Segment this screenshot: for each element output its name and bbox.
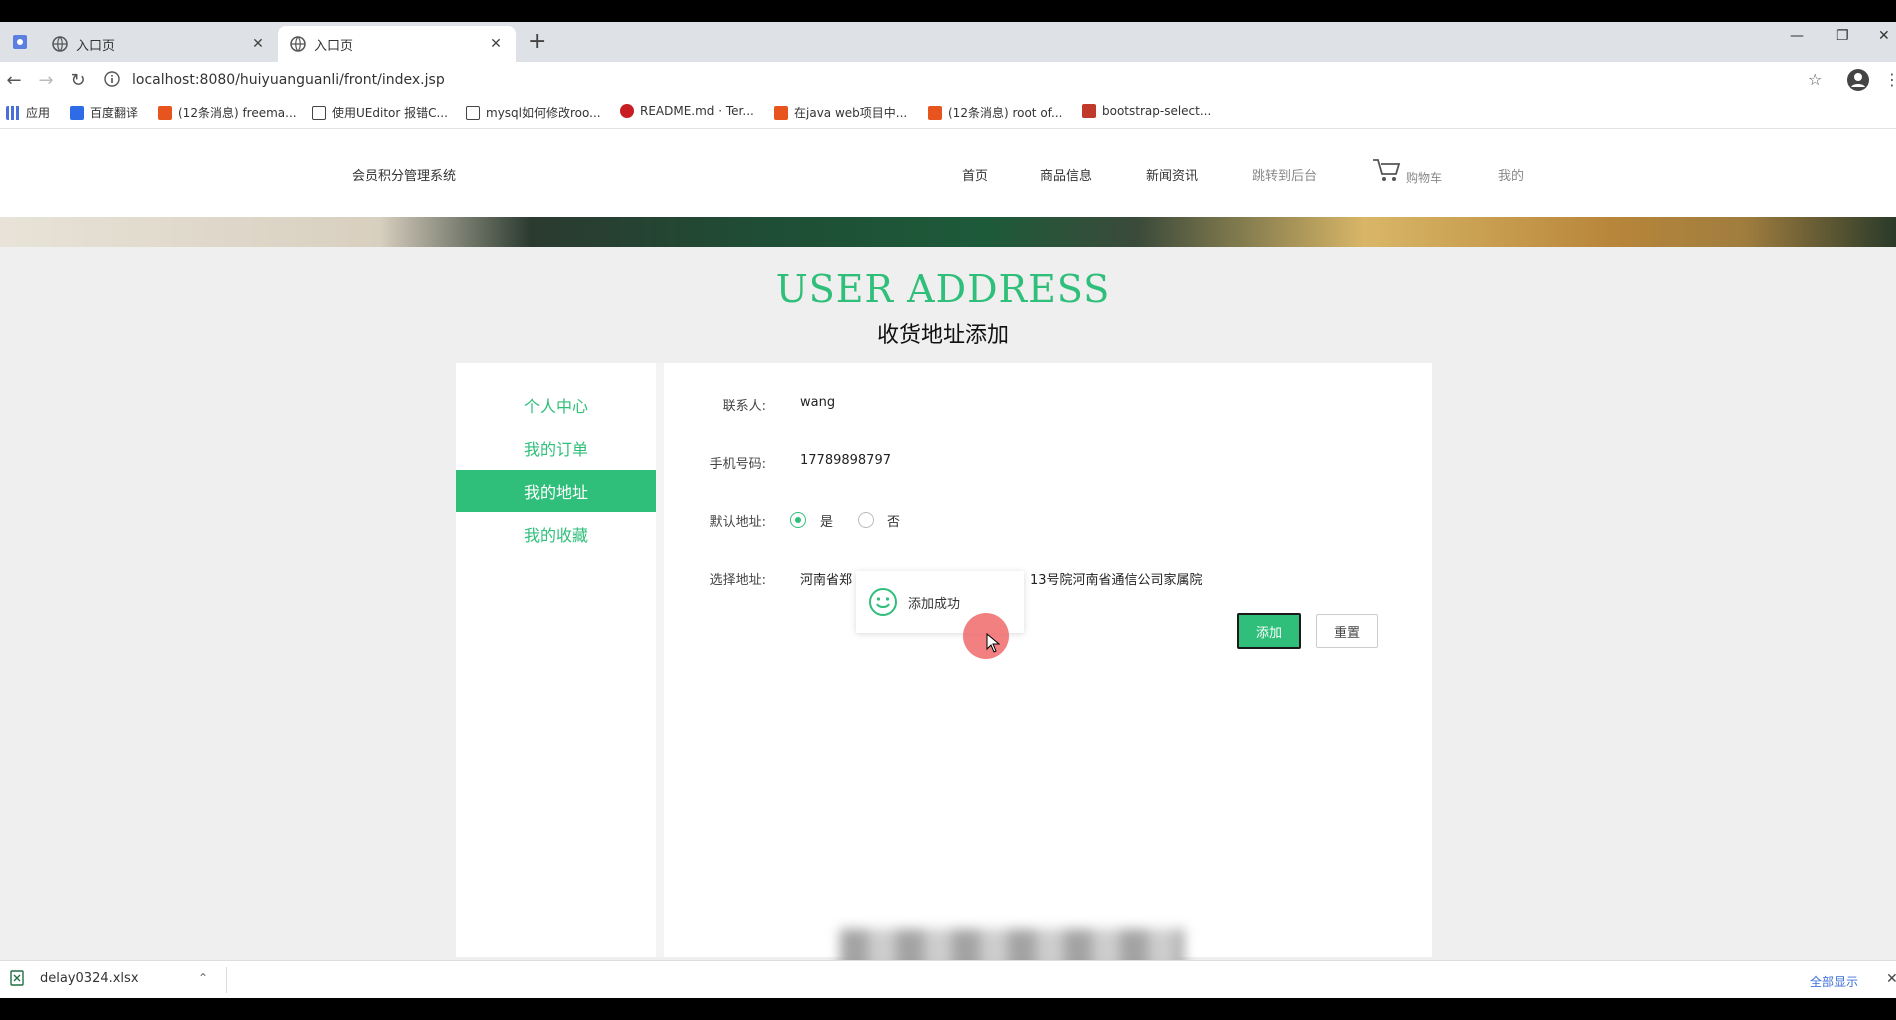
bookmark-mysql[interactable]: mysql如何修改roo... bbox=[466, 104, 601, 121]
contact-label: 联系人: bbox=[722, 399, 766, 414]
address-label: 选择地址: bbox=[709, 573, 766, 588]
show-all-downloads-link[interactable]: 全部显示 bbox=[1810, 973, 1858, 990]
reset-button[interactable]: 重置 bbox=[1316, 614, 1378, 648]
address-select-left[interactable]: 河南省郑 bbox=[800, 569, 852, 588]
bookmark-label: (12条消息) root of... bbox=[948, 106, 1063, 120]
tab-1[interactable]: 入口页 ✕ bbox=[40, 26, 278, 62]
sidebar-item-address[interactable]: 我的地址 bbox=[456, 470, 656, 512]
bookmark-baidu-translate[interactable]: 百度翻译 bbox=[70, 104, 138, 121]
add-button[interactable]: 添加 bbox=[1237, 613, 1301, 649]
default-no-label: 否 bbox=[887, 515, 901, 530]
contact-input[interactable]: wang bbox=[800, 395, 835, 410]
download-file-name: delay0324.xlsx bbox=[40, 970, 139, 986]
page-content: 会员积分管理系统 首页 商品信息 新闻资讯 跳转到后台 购物车 我的 USER … bbox=[0, 129, 1896, 998]
download-separator bbox=[226, 967, 227, 993]
smile-icon bbox=[869, 588, 897, 616]
hero-title-cn: 收货地址添加 bbox=[876, 323, 1009, 348]
bookmark-label: 百度翻译 bbox=[90, 106, 139, 120]
minimize-icon[interactable]: — bbox=[1790, 28, 1804, 44]
mouse-cursor-icon bbox=[986, 633, 1000, 653]
browser-window: 入口页 ✕ 入口页 ✕ + — ❐ ✕ ← → ↻ localhost:8080… bbox=[0, 22, 1896, 998]
bookmark-apps[interactable]: 应用 bbox=[6, 104, 50, 121]
bootstrap-icon bbox=[1082, 104, 1096, 118]
apps-grid-icon bbox=[6, 105, 20, 120]
site-brand[interactable]: 会员积分管理系统 bbox=[352, 165, 456, 184]
nav-home[interactable]: 首页 bbox=[962, 165, 988, 184]
bookmark-label: 在java web项目中... bbox=[794, 106, 908, 120]
nav-news[interactable]: 新闻资讯 bbox=[1146, 165, 1198, 184]
bookmark-star-icon[interactable]: ☆ bbox=[1808, 70, 1822, 89]
address-bar[interactable]: localhost:8080/huiyuanguanli/front/index… bbox=[104, 66, 1804, 94]
csdn-icon bbox=[774, 105, 788, 120]
browser-app-icon[interactable] bbox=[6, 28, 34, 56]
browser-toolbar: ← → ↻ localhost:8080/huiyuanguanli/front… bbox=[0, 62, 1896, 98]
sidebar-divider bbox=[656, 363, 664, 957]
sidebar-item-favorites[interactable]: 我的收藏 bbox=[456, 513, 656, 555]
new-tab-icon[interactable]: + bbox=[528, 30, 546, 54]
nav-mine[interactable]: 我的 bbox=[1498, 165, 1524, 184]
phone-input[interactable]: 17789898797 bbox=[800, 453, 891, 468]
forward-icon[interactable]: → bbox=[34, 68, 58, 92]
tab-strip: 入口页 ✕ 入口页 ✕ + — ❐ ✕ bbox=[0, 22, 1896, 62]
nav-cart[interactable]: 购物车 bbox=[1406, 169, 1442, 186]
site-header: 会员积分管理系统 首页 商品信息 新闻资讯 跳转到后台 购物车 我的 bbox=[0, 129, 1896, 217]
reload-icon[interactable]: ↻ bbox=[66, 68, 90, 92]
download-shelf: delay0324.xlsx ⌃ 全部显示 ✕ bbox=[0, 960, 1896, 998]
address-panel: 个人中心 我的订单 我的地址 我的收藏 联系人: wang 手机号码: 1778… bbox=[456, 363, 1432, 957]
nav-admin[interactable]: 跳转到后台 bbox=[1252, 165, 1317, 184]
address-select-right[interactable]: 13号院河南省通信公司家属院 bbox=[1030, 569, 1203, 588]
excel-file-icon bbox=[10, 970, 24, 986]
info-icon[interactable] bbox=[104, 71, 122, 89]
phone-label: 手机号码: bbox=[709, 457, 766, 472]
tab-title: 入口页 bbox=[76, 38, 116, 54]
banner-image bbox=[0, 217, 1896, 247]
close-download-shelf-icon[interactable]: ✕ bbox=[1886, 971, 1896, 987]
menu-kebab-icon[interactable]: ⋮ bbox=[1884, 70, 1896, 89]
baidu-translate-icon bbox=[70, 105, 84, 120]
bookmark-csdn-freemarker[interactable]: (12条消息) freema... bbox=[158, 104, 297, 121]
bookmark-label: bootstrap-select... bbox=[1102, 104, 1212, 118]
close-window-icon[interactable]: ✕ bbox=[1878, 28, 1890, 44]
tab-2[interactable]: 入口页 ✕ bbox=[278, 26, 516, 62]
default-address-label: 默认地址: bbox=[709, 515, 766, 530]
download-item[interactable]: delay0324.xlsx bbox=[10, 970, 139, 986]
close-tab-icon[interactable]: ✕ bbox=[250, 36, 266, 52]
default-yes-radio[interactable] bbox=[790, 512, 806, 528]
gitee-icon bbox=[620, 104, 634, 118]
bookmark-label: (12条消息) freema... bbox=[178, 106, 297, 120]
tab-title: 入口页 bbox=[314, 38, 354, 54]
bookmark-label: 使用UEditor 报错C... bbox=[332, 106, 448, 120]
globe-icon bbox=[52, 36, 68, 52]
default-yes-label: 是 bbox=[820, 515, 834, 530]
mysql-icon bbox=[466, 105, 480, 120]
shopping-cart-icon[interactable] bbox=[1372, 157, 1402, 183]
chevron-up-icon[interactable]: ⌃ bbox=[198, 971, 208, 985]
sidebar-item-profile[interactable]: 个人中心 bbox=[456, 384, 656, 426]
bookmark-label: 应用 bbox=[26, 106, 51, 120]
ueditor-icon bbox=[312, 105, 326, 120]
bookmark-csdn-javaweb[interactable]: 在java web项目中... bbox=[774, 104, 907, 121]
toast-message: 添加成功 bbox=[908, 596, 961, 612]
bookmark-label: mysql如何修改roo... bbox=[486, 106, 601, 120]
bookmarks-bar: 应用 百度翻译 (12条消息) freema... 使用UEditor 报错C.… bbox=[0, 98, 1896, 129]
nav-products[interactable]: 商品信息 bbox=[1040, 165, 1092, 184]
back-icon[interactable]: ← bbox=[2, 68, 26, 92]
sidebar-item-orders[interactable]: 我的订单 bbox=[456, 427, 656, 469]
csdn-icon bbox=[158, 105, 172, 120]
bookmark-gitee-readme[interactable]: README.md · Ter... bbox=[620, 104, 754, 118]
url-text: localhost:8080/huiyuanguanli/front/index… bbox=[132, 72, 445, 88]
close-tab-icon[interactable]: ✕ bbox=[488, 36, 504, 52]
restore-icon[interactable]: ❐ bbox=[1836, 28, 1849, 44]
default-no-radio[interactable] bbox=[858, 512, 874, 528]
csdn-icon bbox=[928, 105, 942, 120]
hero-title-en: USER ADDRESS bbox=[775, 267, 1111, 311]
bookmark-label: README.md · Ter... bbox=[640, 104, 754, 118]
bookmark-csdn-root[interactable]: (12条消息) root of... bbox=[928, 104, 1062, 121]
globe-icon bbox=[290, 36, 306, 52]
profile-avatar-icon[interactable] bbox=[1846, 68, 1870, 92]
bookmark-bootstrap-select[interactable]: bootstrap-select... bbox=[1082, 104, 1211, 118]
bookmark-ueditor[interactable]: 使用UEditor 报错C... bbox=[312, 104, 448, 121]
